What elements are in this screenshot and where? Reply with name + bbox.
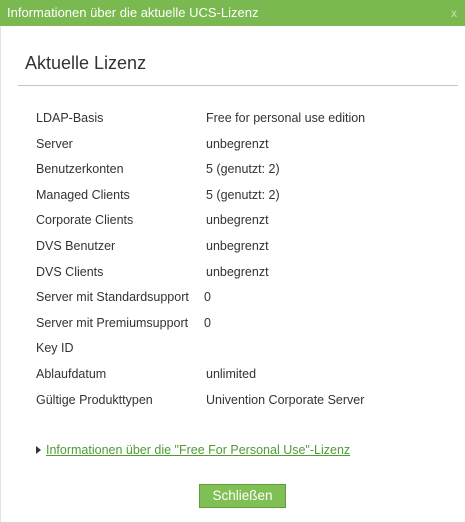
property-label: LDAP-Basis (36, 111, 104, 125)
dialog-titlebar: Informationen über die aktuelle UCS-Lize… (0, 0, 465, 26)
license-row-corporate-clients: Corporate Clients unbegrenzt (36, 213, 456, 239)
property-label: Server mit Premiumsupport (36, 315, 189, 330)
property-label: Server mit Standardsupport (36, 290, 189, 305)
license-row-produkttypen: Gültige Produkttypen Univention Corporat… (36, 393, 456, 419)
license-properties: LDAP-Basis Free for personal use edition… (36, 111, 456, 418)
section-heading: Aktuelle Lizenz (25, 53, 147, 73)
property-label: Server (36, 136, 73, 151)
license-dialog: Informationen über die aktuelle UCS-Lize… (0, 0, 465, 522)
property-value: Univention Corporate Server (206, 392, 365, 407)
property-label: Key ID (36, 341, 74, 356)
property-label: DVS Benutzer (36, 238, 116, 253)
license-row-ablaufdatum: Ablaufdatum unlimited (36, 367, 456, 393)
license-row-key-id: Key ID (36, 341, 456, 367)
triangle-right-icon (36, 446, 41, 454)
license-row-ldap-basis: LDAP-Basis Free for personal use edition (36, 111, 456, 137)
property-value: unlimited (206, 366, 257, 381)
close-icon[interactable]: x (447, 0, 461, 26)
license-row-standardsupport: Server mit Standardsupport 0 (36, 290, 456, 316)
dialog-border (0, 26, 1, 522)
property-label: Corporate Clients (36, 213, 134, 228)
property-value: unbegrenzt (206, 213, 269, 228)
license-row-benutzerkonten: Benutzerkonten 5 (genutzt: 2) (36, 162, 456, 188)
dialog-title: Informationen über die aktuelle UCS-Lize… (7, 5, 259, 20)
property-value: 5 (genutzt: 2) (206, 187, 280, 202)
property-value: unbegrenzt (206, 238, 269, 253)
license-row-premiumsupport: Server mit Premiumsupport 0 (36, 316, 456, 342)
license-row-dvs-benutzer: DVS Benutzer unbegrenzt (36, 239, 456, 265)
license-row-server: Server unbegrenzt (36, 137, 456, 163)
property-label: Benutzerkonten (36, 162, 124, 177)
close-button[interactable]: Schließen (199, 484, 286, 508)
property-value: unbegrenzt (206, 136, 269, 151)
property-value: 5 (genutzt: 2) (206, 162, 280, 177)
free-license-info-link[interactable]: Informationen über die "Free For Persona… (36, 443, 350, 457)
property-label: Gültige Produkttypen (36, 392, 153, 407)
license-row-managed-clients: Managed Clients 5 (genutzt: 2) (36, 188, 456, 214)
license-row-dvs-clients: DVS Clients unbegrenzt (36, 265, 456, 291)
heading-divider (18, 85, 458, 86)
property-value: unbegrenzt (206, 264, 269, 279)
info-link-label[interactable]: Informationen über die "Free For Persona… (46, 443, 350, 457)
property-value: 0 (204, 315, 211, 330)
property-value: 0 (204, 290, 211, 305)
property-label: Managed Clients (36, 187, 130, 202)
property-label: Ablaufdatum (36, 366, 107, 381)
property-label: DVS Clients (36, 264, 104, 279)
property-value: Free for personal use edition (206, 111, 366, 125)
